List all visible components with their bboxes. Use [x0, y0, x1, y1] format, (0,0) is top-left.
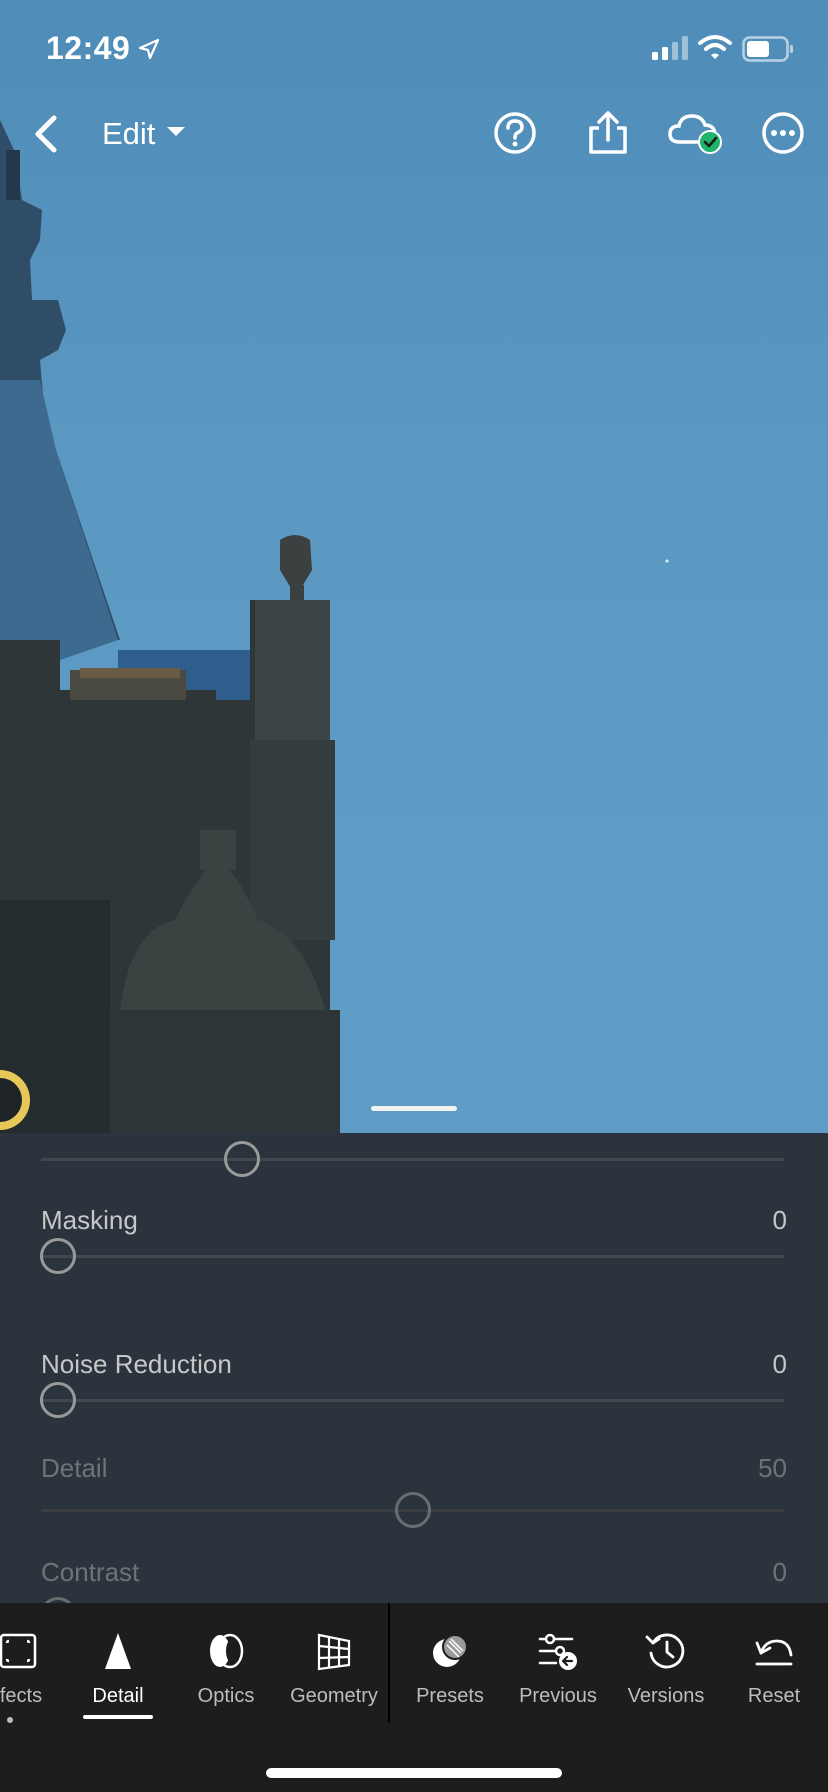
top-nav-bar: Edit: [0, 100, 828, 170]
noise-reduction-value[interactable]: 0: [773, 1349, 787, 1380]
tool-label: Optics: [197, 1685, 255, 1707]
detail-slider-thumb[interactable]: [394, 1492, 431, 1528]
location-arrow-icon: [138, 38, 160, 65]
tool-geometry[interactable]: Geometry: [280, 1603, 388, 1723]
share-button[interactable]: [585, 110, 631, 156]
previous-icon: [536, 1629, 580, 1673]
panel-drag-handle[interactable]: [371, 1106, 457, 1111]
tool-label: Previous: [519, 1685, 597, 1707]
tool-detail[interactable]: Detail: [70, 1603, 166, 1723]
slider-thumb[interactable]: [224, 1141, 261, 1177]
contrast-label: Contrast: [41, 1557, 140, 1587]
share-icon: [585, 111, 631, 160]
masking-value[interactable]: 0: [773, 1205, 787, 1236]
cellular-signal-icon: [652, 36, 690, 65]
noise-reduction-slider-thumb[interactable]: [40, 1382, 76, 1418]
tool-label: Versions: [627, 1685, 705, 1707]
noise-reduction-label: Noise Reduction: [41, 1349, 232, 1379]
slider-track[interactable]: [41, 1158, 784, 1161]
help-circle-icon: [492, 112, 538, 160]
toolbar-divider: [388, 1603, 390, 1723]
tool-effects[interactable]: fects: [0, 1603, 56, 1723]
caret-down-icon: [165, 125, 187, 144]
chevron-left-icon: [26, 115, 66, 160]
edit-label: Edit: [102, 116, 156, 151]
cloud-synced-icon: [668, 114, 726, 160]
more-horizontal-icon: [760, 112, 806, 160]
detail-adjustments-panel: Masking 0 Noise Reduction 0 Detail 50 Co…: [0, 1133, 828, 1603]
wifi-icon: [698, 34, 732, 65]
tool-previous[interactable]: Previous: [508, 1603, 608, 1723]
tool-versions[interactable]: Versions: [618, 1603, 714, 1723]
contrast-value[interactable]: 0: [773, 1557, 787, 1588]
masking-label: Masking: [41, 1205, 138, 1235]
noise-reduction-slider-track[interactable]: [41, 1399, 784, 1402]
status-bar: 12:49: [0, 0, 828, 100]
tool-optics[interactable]: Optics: [178, 1603, 274, 1723]
home-indicator[interactable]: [266, 1768, 562, 1778]
tool-reset[interactable]: Reset: [726, 1603, 822, 1723]
more-button[interactable]: [760, 110, 806, 156]
home-indicator-area: [0, 1723, 828, 1792]
tool-label: Reset: [747, 1685, 801, 1707]
versions-icon: [645, 1629, 687, 1673]
reset-icon: [753, 1629, 795, 1673]
geometry-icon: [313, 1629, 355, 1673]
detail-label: Detail: [41, 1453, 108, 1483]
help-button[interactable]: [492, 110, 538, 156]
optics-icon: [206, 1629, 246, 1673]
edit-mode-dropdown[interactable]: Edit: [102, 114, 187, 154]
edit-tools-toolbar: fects Detail Optics Geometry Presets Pre…: [0, 1603, 828, 1723]
masking-slider-track[interactable]: [41, 1255, 784, 1258]
tool-label: Detail: [92, 1685, 144, 1707]
status-time: 12:49: [46, 30, 131, 66]
tool-label: Geometry: [290, 1685, 378, 1707]
detail-icon: [103, 1629, 133, 1673]
detail-value[interactable]: 50: [758, 1453, 787, 1484]
masking-slider-thumb[interactable]: [40, 1238, 76, 1274]
tool-presets[interactable]: Presets: [402, 1603, 498, 1723]
cloud-sync-button[interactable]: [668, 110, 726, 156]
tool-label: Presets: [416, 1685, 484, 1707]
active-tool-underline: [83, 1715, 153, 1719]
back-button[interactable]: [26, 112, 66, 156]
tool-label: fects: [0, 1685, 43, 1707]
effects-icon: [0, 1629, 43, 1673]
battery-icon: [742, 36, 794, 67]
presets-icon: [429, 1629, 471, 1673]
